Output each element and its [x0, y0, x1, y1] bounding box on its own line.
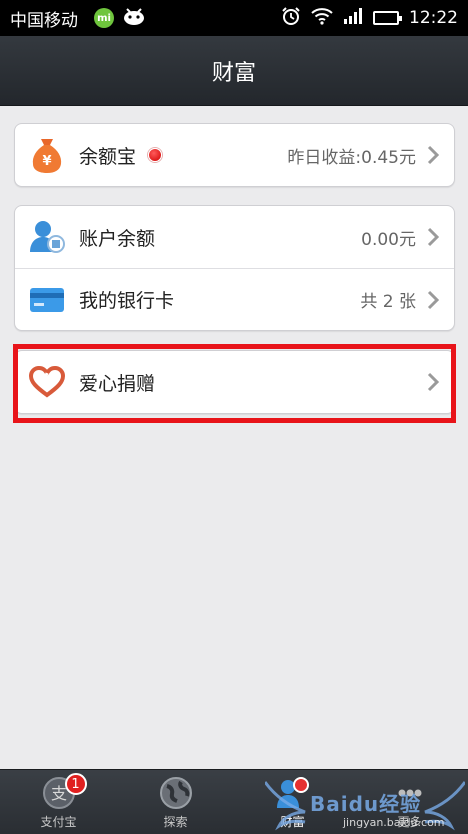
more-icon: [392, 775, 428, 811]
yuebao-row[interactable]: ¥ 余额宝 昨日收益:0.45元: [15, 124, 454, 186]
alipay-icon: 支 1: [41, 773, 87, 811]
heart-icon: [27, 362, 67, 402]
title-bar: 财富: [0, 36, 468, 106]
unread-dot: [148, 148, 163, 162]
account-balance-label: 账户余额: [79, 227, 156, 250]
yuebao-label: 余额宝: [79, 145, 137, 168]
tab-label: 探索: [163, 815, 188, 829]
chevron-right-icon: [426, 145, 440, 165]
yuebao-yesterday-earnings: 昨日收益:0.45元: [287, 147, 416, 168]
svg-text:支: 支: [50, 784, 66, 803]
bank-card-label: 我的银行卡: [79, 290, 175, 312]
signal-icon: [343, 7, 363, 29]
globe-icon: [158, 775, 194, 811]
svg-text:¥: ¥: [42, 154, 51, 169]
battery-icon: [373, 11, 402, 25]
alarm-icon: [281, 6, 301, 31]
carrier-name: 中国移动: [10, 10, 78, 31]
tab-explore[interactable]: 探索: [117, 770, 234, 834]
chevron-right-icon: [426, 372, 440, 392]
status-time: 12:22: [409, 8, 458, 28]
money-bag-icon: ¥: [27, 135, 67, 175]
bank-card-count: 共 2 张: [360, 292, 416, 312]
status-bar: 中国移动 mi 12:22: [0, 0, 468, 36]
tab-wealth[interactable]: 财富: [234, 770, 351, 834]
tab-label: 更多: [397, 815, 422, 829]
bank-card-row[interactable]: 我的银行卡 共 2 张: [15, 268, 454, 330]
bank-card-icon: [27, 280, 67, 320]
yuebao-card: ¥ 余额宝 昨日收益:0.45元: [14, 123, 455, 187]
chevron-right-icon: [426, 227, 440, 247]
chevron-right-icon: [426, 290, 440, 310]
bottom-tab-bar: 支 1 支付宝 探索 财富 更多: [0, 769, 468, 834]
notification-badge: 1: [64, 773, 87, 795]
wifi-icon: [311, 7, 333, 30]
donation-label: 爱心捐赠: [79, 372, 156, 395]
android-icon: [122, 7, 146, 30]
donation-row[interactable]: 爱心捐赠: [15, 351, 454, 413]
user-balance-icon: [27, 217, 67, 257]
tab-more[interactable]: 更多: [351, 770, 468, 834]
tab-label: 财富: [280, 815, 305, 829]
wealth-icon: [275, 775, 311, 811]
mi-chat-icon: mi: [94, 8, 114, 28]
account-balance-value: 0.00元: [361, 229, 416, 250]
tab-label: 支付宝: [40, 815, 77, 829]
donation-card: 爱心捐赠: [14, 350, 455, 414]
account-balance-row[interactable]: 账户余额 0.00元: [15, 206, 454, 268]
tab-alipay[interactable]: 支 1 支付宝: [0, 770, 117, 834]
account-card: 账户余额 0.00元 我的银行卡 共 2 张: [14, 205, 455, 331]
page-title: 财富: [211, 60, 256, 86]
